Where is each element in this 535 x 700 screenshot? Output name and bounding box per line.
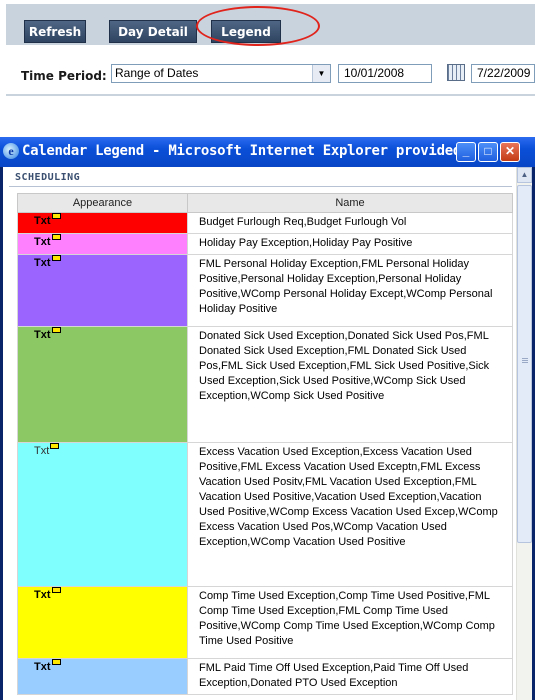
legend-row: Txt FML Paid Time Off Used Exception,Paid… (17, 658, 513, 695)
note-icon (50, 443, 60, 449)
note-icon (51, 234, 61, 240)
legend-name: Excess Vacation Used Exception,Excess Va… (187, 442, 513, 587)
legend-swatch: Txt (17, 254, 188, 327)
start-date-input[interactable]: 10/01/2008 (338, 64, 432, 83)
filter-bar: Time Period: Range of Dates ▼ 10/01/2008… (6, 50, 535, 96)
time-period-value: Range of Dates (115, 66, 199, 80)
chevron-down-icon[interactable]: ▼ (312, 65, 330, 82)
appearance-header: Appearance (17, 193, 188, 213)
swatch-text: Txt (34, 329, 51, 341)
grip-icon (522, 358, 528, 364)
legend-swatch: Txt (17, 442, 188, 587)
legend-name: Comp Time Used Exception,Comp Time Used … (187, 586, 513, 659)
window-titlebar[interactable]: e Calendar Legend - Microsoft Internet E… (0, 137, 535, 167)
section-title: SCHEDULING (15, 172, 81, 183)
end-date-input[interactable]: 7/22/2009 (471, 64, 535, 83)
legend-row: Txt Comp Time Used Exception,Comp Time Us… (17, 586, 513, 659)
legend-button[interactable]: Legend (211, 20, 281, 43)
legend-swatch: Txt (17, 586, 188, 659)
legend-name: Donated Sick Used Exception,Donated Sick… (187, 326, 513, 443)
note-icon (51, 659, 61, 665)
legend-swatch: Txt (17, 212, 188, 234)
maximize-button[interactable]: □ (478, 142, 498, 162)
scroll-up-arrow-icon[interactable]: ▲ (517, 167, 532, 183)
legend-row: Txt Budget Furlough Req,Budget Furlough V… (17, 212, 513, 234)
window-title: Calendar Legend - Microsoft Internet Exp… (22, 143, 486, 159)
legend-row: Txt Donated Sick Used Exception,Donated S… (17, 326, 513, 443)
legend-swatch: Txt (17, 658, 188, 695)
note-icon (51, 587, 61, 593)
vertical-scrollbar[interactable]: ▲ (516, 167, 532, 700)
legend-row: Txt FML Personal Holiday Exception,FML Pe… (17, 254, 513, 327)
legend-name: Budget Furlough Req,Budget Furlough Vol (187, 212, 513, 234)
minimize-button[interactable]: _ (456, 142, 476, 162)
close-button[interactable]: ✕ (500, 142, 520, 162)
legend-name: Holiday Pay Exception,Holiday Pay Positi… (187, 233, 513, 255)
refresh-button[interactable]: Refresh (24, 20, 86, 43)
name-header: Name (187, 193, 513, 213)
swatch-text: Txt (34, 589, 51, 601)
section-divider (9, 186, 512, 187)
legend-row: Txt Holiday Pay Exception,Holiday Pay Pos… (17, 233, 513, 255)
day-detail-button[interactable]: Day Detail (109, 20, 197, 43)
swatch-text: Txt (34, 236, 51, 248)
swatch-text: Txt (34, 215, 51, 227)
time-period-label: Time Period: (21, 69, 107, 83)
calendar-icon[interactable] (447, 64, 465, 81)
time-period-select[interactable]: Range of Dates ▼ (111, 64, 331, 83)
scroll-thumb[interactable] (517, 185, 532, 543)
note-icon (51, 255, 61, 261)
legend-name: FML Personal Holiday Exception,FML Perso… (187, 254, 513, 327)
legend-name: FML Paid Time Off Used Exception,Paid Ti… (187, 658, 513, 695)
toolbar: Refresh Day Detail Legend (6, 4, 535, 45)
legend-row: Txt Excess Vacation Used Exception,Excess… (17, 442, 513, 587)
legend-swatch: Txt (17, 326, 188, 443)
swatch-text: Txt (34, 257, 51, 269)
calendar-legend-window: e Calendar Legend - Microsoft Internet E… (0, 137, 535, 700)
legend-swatch: Txt (17, 233, 188, 255)
window-content: SCHEDULING Appearance Name Txt Budget Fur… (3, 167, 532, 700)
note-icon (51, 213, 61, 219)
legend-table: Appearance Name Txt Budget Furlough Req,B… (17, 193, 513, 695)
swatch-text: Txt (34, 661, 51, 673)
note-icon (51, 327, 61, 333)
swatch-text: Txt (34, 445, 50, 457)
ie-icon: e (3, 143, 19, 159)
